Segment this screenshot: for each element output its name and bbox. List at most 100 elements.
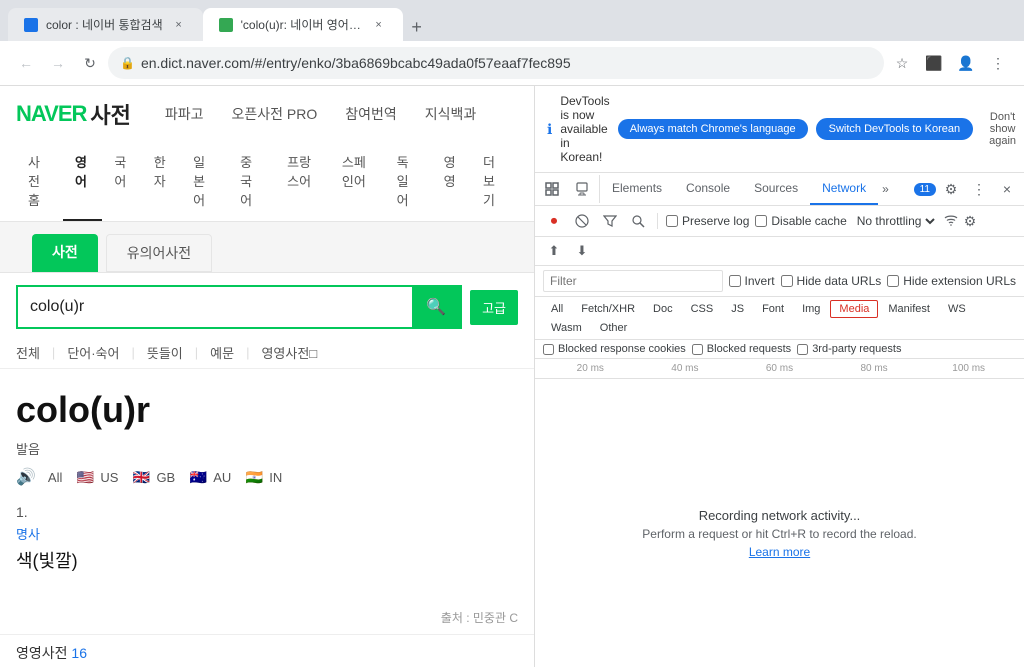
type-css[interactable]: CSS <box>683 301 722 317</box>
throttling-select[interactable]: No throttling <box>853 213 938 229</box>
third-party-requests-checkbox[interactable]: 3rd-party requests <box>797 343 901 355</box>
lang-tab-korean[interactable]: 국어 <box>102 142 141 221</box>
type-font[interactable]: Font <box>754 301 792 317</box>
pronunciation-flags: 🔊 All 🇺🇸 US 🇬🇧 GB 🇦🇺 AU 🇮🇳 <box>16 466 518 488</box>
browser-chrome: color : 네이버 통합검색 × 'colo(u)r: 네이버 영어사전 ×… <box>0 0 1024 86</box>
devtools-inspect-button[interactable] <box>539 175 565 203</box>
nav-papago[interactable]: 파파고 <box>151 94 218 134</box>
flag-au-icon: 🇦🇺 <box>187 466 209 488</box>
invert-checkbox[interactable]: Invert <box>729 274 775 288</box>
type-fetch-xhr[interactable]: Fetch/XHR <box>573 301 643 317</box>
filter-toggle-button[interactable] <box>599 210 621 232</box>
lang-tab-english[interactable]: 영어 <box>63 142 102 221</box>
advanced-button[interactable]: 고급 <box>470 290 518 325</box>
disable-cache-input[interactable] <box>755 215 767 227</box>
clear-button[interactable] <box>571 210 593 232</box>
type-all[interactable]: All <box>543 301 571 317</box>
switch-devtools-button[interactable]: Switch DevTools to Korean <box>816 118 973 140</box>
tab-close-dict[interactable]: × <box>371 17 387 33</box>
devtools-tab-network[interactable]: Network <box>810 173 878 205</box>
upload-icon[interactable]: ⬆ <box>543 240 565 262</box>
hide-extension-urls-checkbox[interactable]: Hide extension URLs <box>887 274 1016 288</box>
hide-data-urls-checkbox[interactable]: Hide data URLs <box>781 274 882 288</box>
type-manifest[interactable]: Manifest <box>880 301 938 317</box>
filter-meaning[interactable]: 뜻들이 <box>147 343 183 362</box>
lang-tab-spanish[interactable]: 스페인어 <box>330 142 385 221</box>
devtools-panel-close-button[interactable]: × <box>994 175 1020 203</box>
flag-in[interactable]: 🇮🇳 IN <box>243 466 282 488</box>
filter-example[interactable]: 예문 <box>210 343 234 362</box>
search-button[interactable] <box>627 210 649 232</box>
type-img[interactable]: Img <box>794 301 828 317</box>
naver-logo[interactable]: NAVER 사전 <box>16 98 131 130</box>
lang-tab-japanese[interactable]: 일본어 <box>181 142 228 221</box>
filter-input[interactable] <box>543 270 723 292</box>
devtools-device-button[interactable] <box>569 175 595 203</box>
type-ws[interactable]: WS <box>940 301 974 317</box>
download-icon[interactable]: ⬇ <box>571 240 593 262</box>
type-js[interactable]: JS <box>723 301 752 317</box>
record-button[interactable]: ⏺ <box>543 210 565 232</box>
nav-opensajon[interactable]: 오픈사전 PRO <box>218 94 332 134</box>
devtools-tab-more[interactable]: » <box>878 182 893 196</box>
type-doc[interactable]: Doc <box>645 301 681 317</box>
filter-word[interactable]: 단어·숙어 <box>67 343 119 362</box>
dict-tab-dictionary[interactable]: 사전 <box>32 234 98 272</box>
hide-data-urls-input[interactable] <box>781 275 793 287</box>
flag-us[interactable]: 🇺🇸 US <box>74 466 118 488</box>
dont-show-again-button[interactable]: Don't show again <box>981 107 1024 151</box>
blocked-requests-input[interactable] <box>692 344 703 355</box>
back-button[interactable]: ← <box>12 49 40 77</box>
devtools-tab-elements[interactable]: Elements <box>600 173 674 205</box>
nav-contribution[interactable]: 참여번역 <box>331 94 411 134</box>
menu-button[interactable]: ⋮ <box>984 49 1012 77</box>
tab-close-color[interactable]: × <box>171 17 187 33</box>
search-button[interactable]: 🔍 <box>412 287 460 327</box>
blocked-response-cookies-checkbox[interactable]: Blocked response cookies <box>543 343 686 355</box>
lang-tab-english-english[interactable]: 영영 <box>432 142 471 221</box>
flag-gb[interactable]: 🇬🇧 GB <box>130 466 175 488</box>
flag-au[interactable]: 🇦🇺 AU <box>187 466 231 488</box>
reload-button[interactable]: ↻ <box>76 49 104 77</box>
dict-tab-synonym[interactable]: 유의어사전 <box>106 234 212 272</box>
devtools-more-button[interactable]: ⋮ <box>966 175 992 203</box>
preserve-log-checkbox[interactable]: Preserve log <box>666 214 749 228</box>
lang-tab-more[interactable]: 더보기 <box>471 142 518 221</box>
blocked-cookies-input[interactable] <box>543 344 554 355</box>
filter-all[interactable]: 전체 <box>16 343 40 362</box>
address-bar[interactable]: 🔒 en.dict.naver.com/#/entry/enko/3ba6869… <box>108 47 884 79</box>
preserve-log-input[interactable] <box>666 215 678 227</box>
bookmark-button[interactable]: ☆ <box>888 49 916 77</box>
disable-cache-checkbox[interactable]: Disable cache <box>755 214 846 228</box>
profile-button[interactable]: 👤 <box>952 49 980 77</box>
search-input[interactable] <box>18 288 412 326</box>
blocked-requests-checkbox[interactable]: Blocked requests <box>692 343 791 355</box>
lang-tab-home[interactable]: 사전홈 <box>16 142 63 221</box>
nav-knowledge[interactable]: 지식백과 <box>411 94 491 134</box>
devtools-settings-button[interactable]: ⚙ <box>938 175 964 203</box>
flag-all[interactable]: All <box>48 470 62 485</box>
third-party-input[interactable] <box>797 344 808 355</box>
type-media[interactable]: Media <box>830 300 878 318</box>
network-settings-button[interactable]: ⚙ <box>964 213 977 230</box>
lang-tab-chinese[interactable]: 중국어 <box>228 142 275 221</box>
new-tab-button[interactable]: + <box>403 13 431 41</box>
devtools-tab-sources[interactable]: Sources <box>742 173 810 205</box>
forward-button[interactable]: → <box>44 49 72 77</box>
lang-tab-hanja[interactable]: 한자 <box>142 142 181 221</box>
lang-tab-french[interactable]: 프랑스어 <box>275 142 330 221</box>
invert-input[interactable] <box>729 275 741 287</box>
hide-extension-urls-input[interactable] <box>887 275 899 287</box>
type-wasm[interactable]: Wasm <box>543 320 590 336</box>
learn-more-link[interactable]: Learn more <box>749 545 810 559</box>
type-other[interactable]: Other <box>592 320 636 336</box>
ruler-mark-2: 60 ms <box>732 363 827 374</box>
tab-color[interactable]: color : 네이버 통합검색 × <box>8 8 203 41</box>
lang-tab-german[interactable]: 독일어 <box>385 142 432 221</box>
extensions-button[interactable]: ⬛ <box>920 49 948 77</box>
always-match-button[interactable]: Always match Chrome's language <box>618 119 808 139</box>
tab-dict[interactable]: 'colo(u)r: 네이버 영어사전 × <box>203 8 403 41</box>
sound-icon[interactable]: 🔊 <box>16 467 36 487</box>
filter-english-dict[interactable]: 영영사전□ <box>261 343 317 362</box>
devtools-tab-console[interactable]: Console <box>674 173 742 205</box>
